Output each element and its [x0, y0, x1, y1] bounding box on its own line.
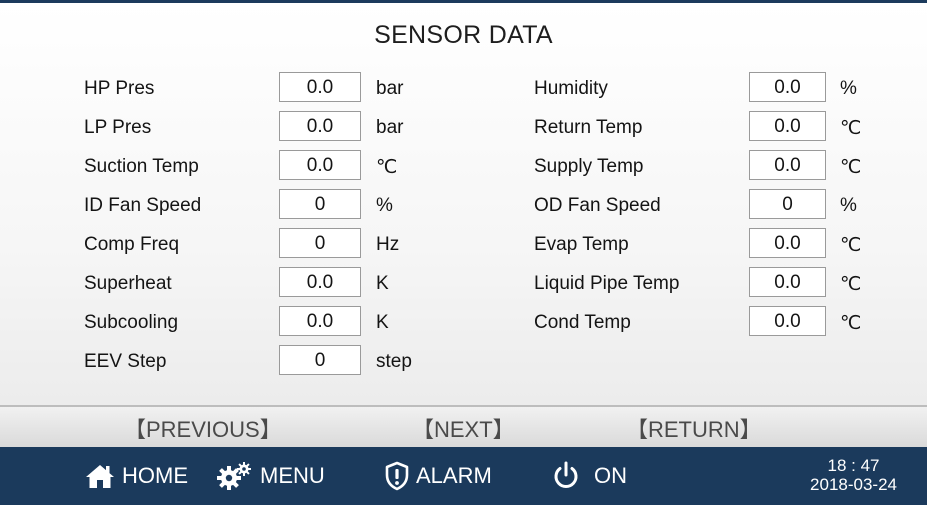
- sensor-row-od-fan-speed: OD Fan Speed 0 %: [463, 189, 927, 221]
- sensor-label: ID Fan Speed: [84, 195, 202, 216]
- menu-button[interactable]: MENU: [216, 447, 325, 505]
- sensor-unit: ℃: [376, 157, 398, 178]
- power-label: ON: [594, 463, 627, 488]
- power-button[interactable]: ON: [550, 447, 627, 505]
- sensor-unit: ℃: [840, 235, 862, 256]
- sensor-row-superheat: Superheat 0.0 K: [0, 267, 463, 299]
- sensor-row-subcooling: Subcooling 0.0 K: [0, 306, 463, 338]
- alarm-button[interactable]: ALARM: [384, 447, 492, 505]
- sensor-data-panel: SENSOR DATA HP Pres 0.0 bar LP Pres 0.0 …: [0, 3, 927, 405]
- sensor-value: 0.0: [749, 72, 826, 102]
- sensor-row-humidity: Humidity 0.0 %: [463, 72, 927, 104]
- sensor-value: 0.0: [279, 72, 361, 102]
- sensor-row-cond-temp: Cond Temp 0.0 ℃: [463, 306, 927, 338]
- sensor-value: 0.0: [749, 111, 826, 141]
- sensor-row-eev-step: EEV Step 0 step: [0, 345, 463, 377]
- sensor-label: Superheat: [84, 273, 172, 294]
- sensor-label: HP Pres: [84, 78, 155, 99]
- sensor-label: Liquid Pipe Temp: [534, 273, 680, 294]
- footer-bar: HOME MENU ALARM ON 18: 47 2018-03-24: [0, 447, 927, 505]
- sensor-row-id-fan-speed: ID Fan Speed 0 %: [0, 189, 463, 221]
- sensor-unit: %: [840, 195, 857, 216]
- next-button[interactable]: 【NEXT】: [412, 412, 515, 444]
- sensor-row-suction-temp: Suction Temp 0.0 ℃: [0, 150, 463, 182]
- sensor-label: Suction Temp: [84, 156, 199, 177]
- home-icon: [86, 465, 114, 488]
- sensor-unit: K: [376, 312, 389, 333]
- sensor-row-evap-temp: Evap Temp 0.0 ℃: [463, 228, 927, 260]
- sensor-unit: ℃: [840, 274, 862, 295]
- sensor-unit: bar: [376, 78, 404, 99]
- sensor-unit: bar: [376, 117, 404, 138]
- sensor-unit: ℃: [840, 157, 862, 178]
- home-button[interactable]: HOME: [84, 447, 188, 505]
- alarm-label: ALARM: [416, 463, 492, 488]
- clock-date: 2018-03-24: [810, 475, 897, 494]
- power-icon: [554, 461, 578, 488]
- sensor-label: Subcooling: [84, 312, 179, 333]
- clock: 18 : 47 2018-03-24: [810, 456, 897, 494]
- sensor-label: LP Pres: [84, 117, 152, 138]
- page-nav-bar: 【PREVIOUS】 【NEXT】 【RETURN】: [0, 407, 927, 447]
- sensor-row-hp-pres: HP Pres 0.0 bar: [0, 72, 463, 104]
- sensor-label: Humidity: [534, 78, 608, 99]
- sensor-unit: step: [376, 351, 412, 372]
- menu-label: MENU: [260, 463, 325, 488]
- return-button[interactable]: 【RETURN】: [626, 412, 762, 444]
- clock-time: 18 : 47: [827, 456, 880, 475]
- sensor-value: 0.0: [749, 150, 826, 180]
- sensor-value: 0.0: [279, 111, 361, 141]
- sensor-row-return-temp: Return Temp 0.0 ℃: [463, 111, 927, 143]
- sensor-value: 0: [279, 345, 361, 375]
- sensor-value: 0.0: [279, 267, 361, 297]
- sensor-unit: ℃: [840, 118, 862, 139]
- previous-button[interactable]: 【PREVIOUS】: [124, 412, 282, 444]
- sensor-label: Supply Temp: [534, 156, 644, 177]
- sensor-label: Comp Freq: [84, 234, 180, 255]
- gears-icon: [217, 462, 251, 490]
- sensor-value: 0.0: [279, 306, 361, 336]
- sensor-value: 0: [749, 189, 826, 219]
- home-label: HOME: [122, 463, 188, 488]
- sensor-row-liquid-pipe-temp: Liquid Pipe Temp 0.0 ℃: [463, 267, 927, 299]
- sensor-value: 0.0: [749, 306, 826, 336]
- sensor-row-supply-temp: Supply Temp 0.0 ℃: [463, 150, 927, 182]
- sensor-unit: Hz: [376, 234, 400, 255]
- sensor-unit: K: [376, 273, 389, 294]
- sensor-row-lp-pres: LP Pres 0.0 bar: [0, 111, 463, 143]
- sensor-value: 0.0: [279, 150, 361, 180]
- sensor-row-comp-freq: Comp Freq 0 Hz: [0, 228, 463, 260]
- sensor-label: Return Temp: [534, 117, 643, 138]
- sensor-label: OD Fan Speed: [534, 195, 661, 216]
- sensor-unit: %: [840, 78, 857, 99]
- sensor-value: 0.0: [749, 228, 826, 258]
- sensor-value: 0.0: [749, 267, 826, 297]
- page-title: SENSOR DATA: [374, 21, 553, 49]
- sensor-unit: %: [376, 195, 393, 216]
- sensor-label: Cond Temp: [534, 312, 631, 333]
- sensor-label: EEV Step: [84, 351, 167, 372]
- sensor-label: Evap Temp: [534, 234, 629, 255]
- alarm-shield-icon: [385, 461, 409, 491]
- sensor-unit: ℃: [840, 313, 862, 334]
- sensor-value: 0: [279, 189, 361, 219]
- sensor-value: 0: [279, 228, 361, 258]
